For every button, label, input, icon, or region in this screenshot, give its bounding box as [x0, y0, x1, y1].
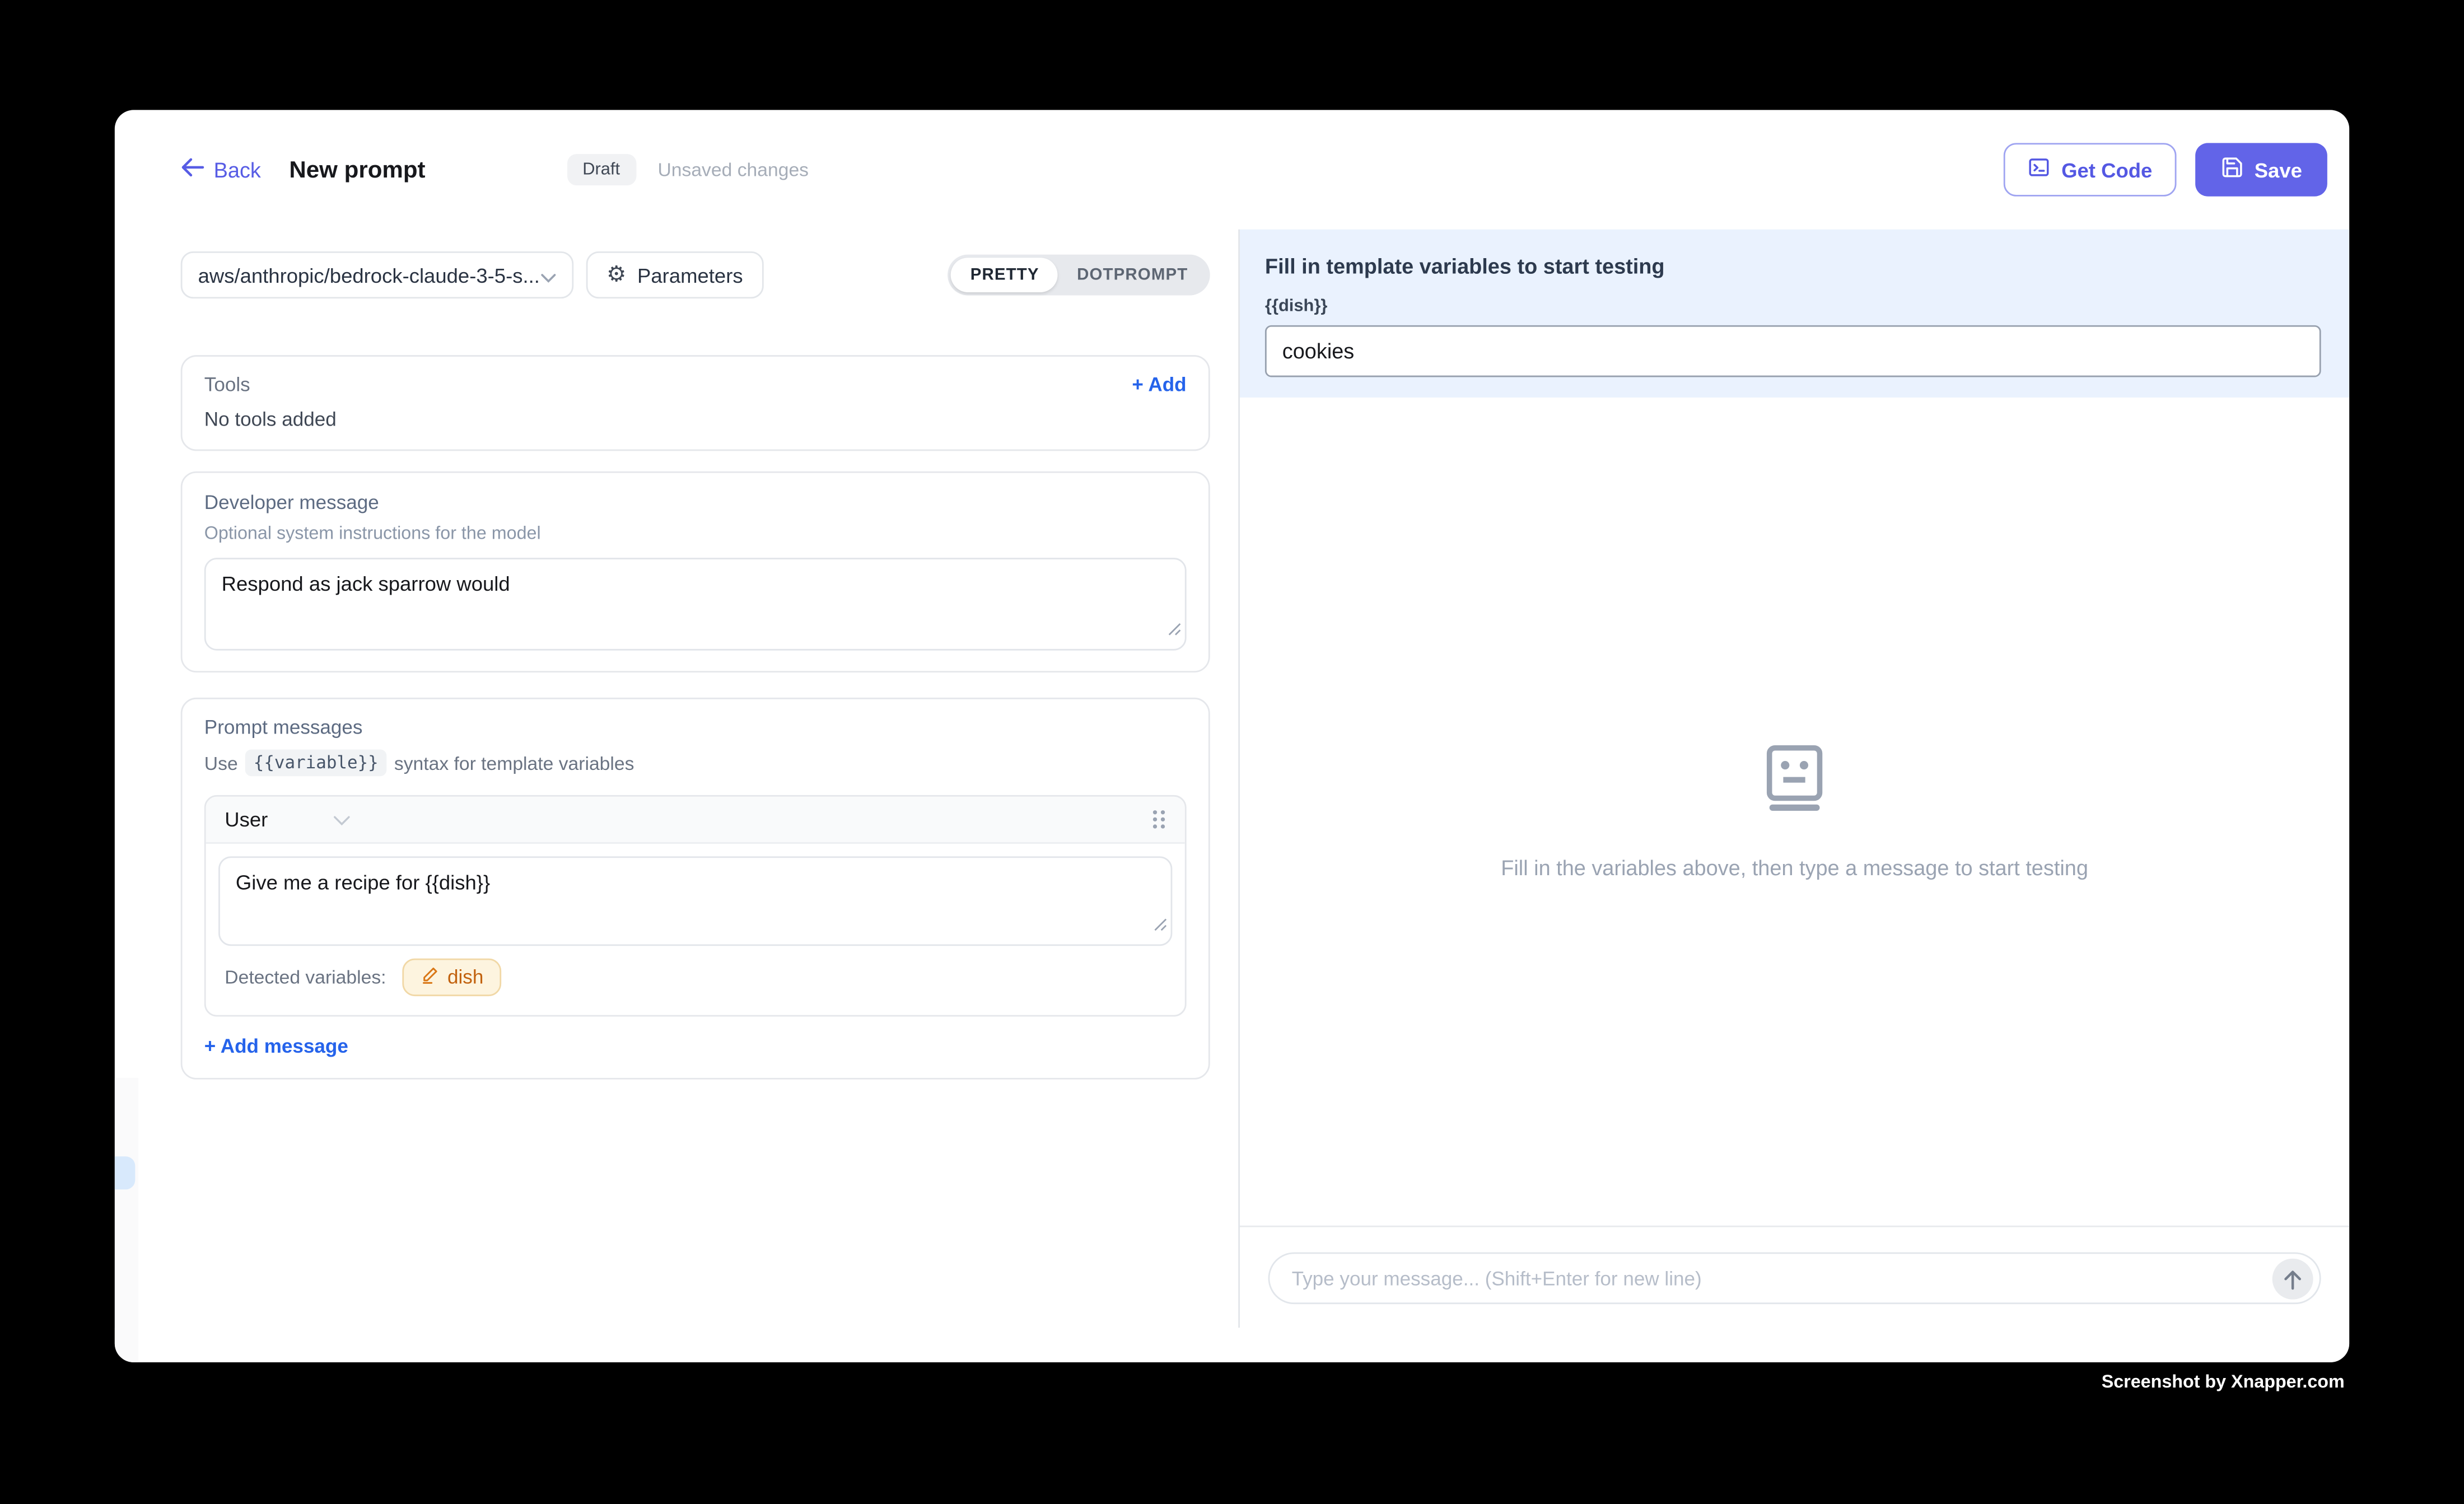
variables-section: Fill in template variables to start test… [1240, 230, 2349, 398]
view-mode-toggle: PRETTY DOTPROMPT [948, 255, 1210, 296]
save-icon [2220, 156, 2243, 184]
add-message-button[interactable]: + Add message [204, 1035, 1187, 1057]
template-hint: Use {{variable}} syntax for template var… [204, 750, 1187, 777]
save-label: Save [2255, 158, 2302, 181]
parameters-label: Parameters [637, 263, 743, 287]
message-header: User [206, 797, 1185, 844]
prompt-editor-column: aws/anthropic/bedrock-claude-3-5-s... ⚙ … [115, 230, 1238, 1328]
main-body: aws/anthropic/bedrock-claude-3-5-s... ⚙ … [115, 230, 2349, 1328]
header-actions: Get Code Save [2003, 143, 2327, 196]
gear-icon: ⚙ [606, 264, 626, 286]
developer-message-card: Developer message Optional system instru… [181, 471, 1210, 672]
chat-input-box [1268, 1252, 2321, 1304]
hint-prefix: Use [204, 752, 238, 774]
plus-icon: + [1132, 374, 1144, 396]
robot-face-icon [1766, 744, 1823, 818]
watermark-text: Screenshot by Xnapper.com [2102, 1374, 2345, 1393]
detected-variables-label: Detected variables: [225, 966, 386, 988]
tools-empty-text: No tools added [204, 409, 1187, 431]
unsaved-changes-label: Unsaved changes [657, 158, 809, 180]
empty-state-text: Fill in the variables above, then type a… [1501, 856, 2088, 879]
chat-message-input[interactable] [1292, 1267, 2251, 1289]
app-window: Back New prompt Draft Unsaved changes Ge… [115, 110, 2349, 1362]
developer-message-subtitle: Optional system instructions for the mod… [204, 525, 1187, 544]
developer-message-textarea[interactable]: Respond as jack sparrow would [204, 558, 1187, 651]
chat-input-section [1240, 1226, 2349, 1328]
save-button[interactable]: Save [2195, 143, 2327, 196]
variable-syntax-chip: {{variable}} [246, 750, 386, 777]
variable-chip-dish[interactable]: dish [402, 959, 501, 996]
toggle-dotprompt[interactable]: DOTPROMPT [1058, 258, 1207, 292]
screenshot-background: Back New prompt Draft Unsaved changes Ge… [0, 0, 2464, 1503]
prompt-messages-card: Prompt messages Use {{variable}} syntax … [181, 698, 1210, 1080]
variables-title: Fill in template variables to start test… [1265, 255, 2321, 278]
model-row: aws/anthropic/bedrock-claude-3-5-s... ⚙ … [181, 251, 1214, 298]
variable-chip-label: dish [447, 966, 483, 988]
edit-pencil-icon [419, 965, 439, 990]
status-badge: Draft [567, 154, 636, 185]
page-title: New prompt [289, 156, 425, 183]
add-tool-label: Add [1148, 374, 1186, 396]
variable-value-input[interactable] [1265, 325, 2321, 377]
prompt-messages-title: Prompt messages [204, 717, 1187, 739]
developer-message-title: Developer message [204, 492, 1187, 513]
model-selector-value: aws/anthropic/bedrock-claude-3-5-s... [198, 263, 540, 287]
back-button[interactable]: Back [181, 157, 261, 183]
back-label: Back [214, 158, 261, 181]
model-selector[interactable]: aws/anthropic/bedrock-claude-3-5-s... [181, 251, 574, 298]
get-code-button[interactable]: Get Code [2003, 143, 2176, 196]
sidebar-strip [115, 1078, 138, 1362]
variable-name-label: {{dish}} [1265, 297, 2321, 316]
message-block: User Give me a recipe for {{dish}} [204, 795, 1187, 1017]
test-panel: Fill in template variables to start test… [1238, 230, 2349, 1328]
terminal-icon [2027, 156, 2050, 184]
header: Back New prompt Draft Unsaved changes Ge… [115, 110, 2349, 229]
arrow-left-icon [181, 157, 204, 183]
add-tool-button[interactable]: + Add [1132, 374, 1186, 396]
sidebar-active-item [115, 1156, 135, 1189]
resize-grip-icon[interactable] [1168, 616, 1182, 644]
resize-grip-icon[interactable] [1154, 912, 1168, 940]
toggle-pretty[interactable]: PRETTY [951, 258, 1058, 292]
send-button[interactable] [2272, 1259, 2313, 1300]
hint-suffix: syntax for template variables [394, 752, 634, 774]
window-footer [115, 1328, 2349, 1362]
plus-icon: + [204, 1035, 216, 1057]
add-message-label: Add message [221, 1035, 348, 1057]
message-body: Give me a recipe for {{dish}} Detected v… [206, 844, 1185, 1015]
get-code-label: Get Code [2061, 158, 2152, 181]
tools-card: Tools + Add No tools added [181, 355, 1210, 451]
detected-variables-row: Detected variables: dish [225, 959, 1166, 996]
chevron-down-icon[interactable] [334, 805, 351, 834]
tools-title: Tools [204, 374, 250, 396]
chat-empty-state: Fill in the variables above, then type a… [1240, 398, 2349, 1226]
parameters-button[interactable]: ⚙ Parameters [586, 251, 763, 298]
message-textarea[interactable]: Give me a recipe for {{dish}} [218, 856, 1172, 946]
drag-handle-icon[interactable] [1150, 807, 1166, 831]
role-select[interactable]: User [225, 807, 268, 831]
chevron-down-icon [540, 263, 556, 287]
